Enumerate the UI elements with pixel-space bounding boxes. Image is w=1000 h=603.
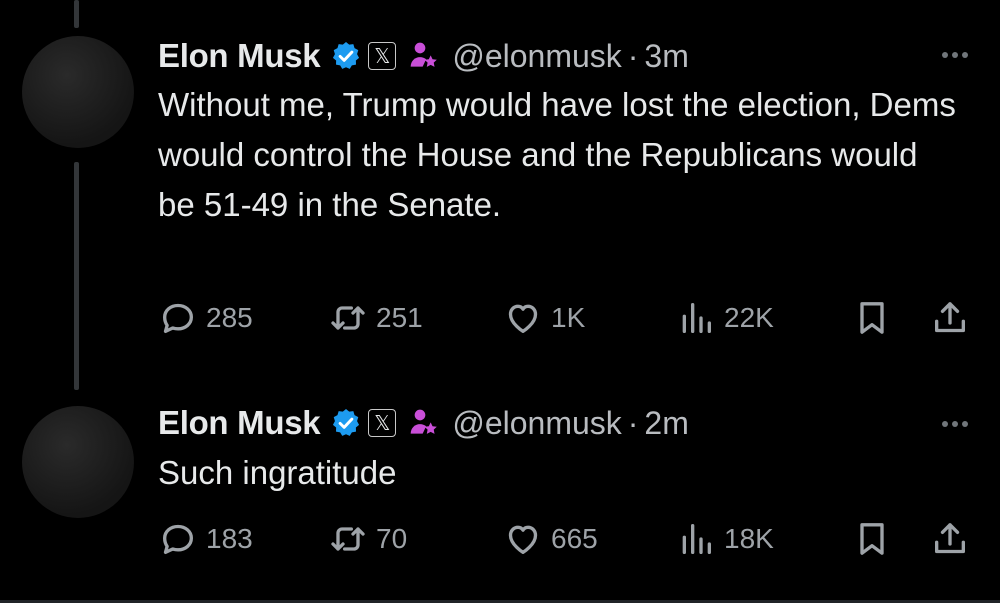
share-icon: [935, 302, 965, 333]
retweet-icon: [331, 527, 365, 551]
author-name[interactable]: Elon Musk: [158, 37, 321, 75]
author-handle[interactable]: @elonmusk: [452, 38, 621, 75]
bookmark-icon: [860, 302, 884, 334]
like-icon: [508, 525, 538, 554]
timestamp[interactable]: 3m: [644, 38, 688, 75]
x-affiliate-icon: 𝕏: [368, 42, 397, 70]
verified-icon: [333, 42, 360, 69]
retweet-count: 251: [376, 302, 423, 333]
views-button[interactable]: 18K: [676, 519, 774, 559]
reply-icon: [163, 524, 193, 554]
reply-button[interactable]: 285: [158, 298, 253, 338]
affiliation-badge-icon: [410, 42, 438, 67]
avatar[interactable]: [22, 36, 134, 148]
tweet-1[interactable]: Elon Musk 𝕏 @elonmusk · 3m Without me, T…: [0, 0, 1000, 390]
share-icon: [935, 523, 965, 554]
reply-button[interactable]: 183: [158, 519, 253, 559]
separator-dot: ·: [627, 404, 639, 441]
reply-count: 285: [206, 302, 253, 333]
verified-icon: [333, 409, 360, 436]
action-bar: 285 251 1K 22K: [158, 298, 978, 338]
share-button[interactable]: [930, 519, 970, 559]
reply-icon: [163, 303, 193, 333]
retweet-button[interactable]: 70: [328, 519, 407, 559]
like-button[interactable]: 665: [503, 519, 598, 559]
like-count: 665: [551, 523, 598, 554]
like-icon: [508, 304, 538, 333]
tweet-header: Elon Musk 𝕏 @elonmusk · 2m: [158, 399, 689, 447]
views-icon: [682, 524, 711, 554]
separator-dot: ·: [627, 37, 639, 74]
affiliation-badge-icon: [410, 409, 438, 434]
bookmark-icon: [860, 523, 884, 555]
tweet-text: Such ingratitude: [158, 454, 397, 491]
tweet-text: Without me, Trump would have lost the el…: [158, 86, 956, 223]
share-button[interactable]: [930, 298, 970, 338]
like-button[interactable]: 1K: [503, 298, 585, 338]
retweet-button[interactable]: 251: [328, 298, 423, 338]
bookmark-button[interactable]: [852, 298, 892, 338]
views-button[interactable]: 22K: [676, 298, 774, 338]
x-affiliate-icon: 𝕏: [368, 409, 397, 437]
view-count: 22K: [724, 302, 774, 333]
bookmark-button[interactable]: [852, 519, 892, 559]
avatar[interactable]: [22, 406, 134, 518]
author-handle[interactable]: @elonmusk: [452, 405, 621, 442]
timestamp[interactable]: 2m: [644, 405, 688, 442]
tweet-2[interactable]: Elon Musk 𝕏 @elonmusk · 2m Such ingratit…: [0, 390, 1000, 603]
view-count: 18K: [724, 523, 774, 554]
more-icon[interactable]: [942, 421, 968, 427]
action-bar: 183 70 665 18K: [158, 519, 978, 559]
more-icon[interactable]: [942, 52, 968, 58]
tweet-header: Elon Musk 𝕏 @elonmusk · 3m: [158, 32, 689, 80]
retweet-count: 70: [376, 523, 408, 554]
reply-count: 183: [206, 523, 253, 554]
retweet-icon: [331, 306, 365, 330]
views-icon: [682, 303, 711, 333]
author-name[interactable]: Elon Musk: [158, 404, 321, 442]
like-count: 1K: [551, 302, 586, 333]
